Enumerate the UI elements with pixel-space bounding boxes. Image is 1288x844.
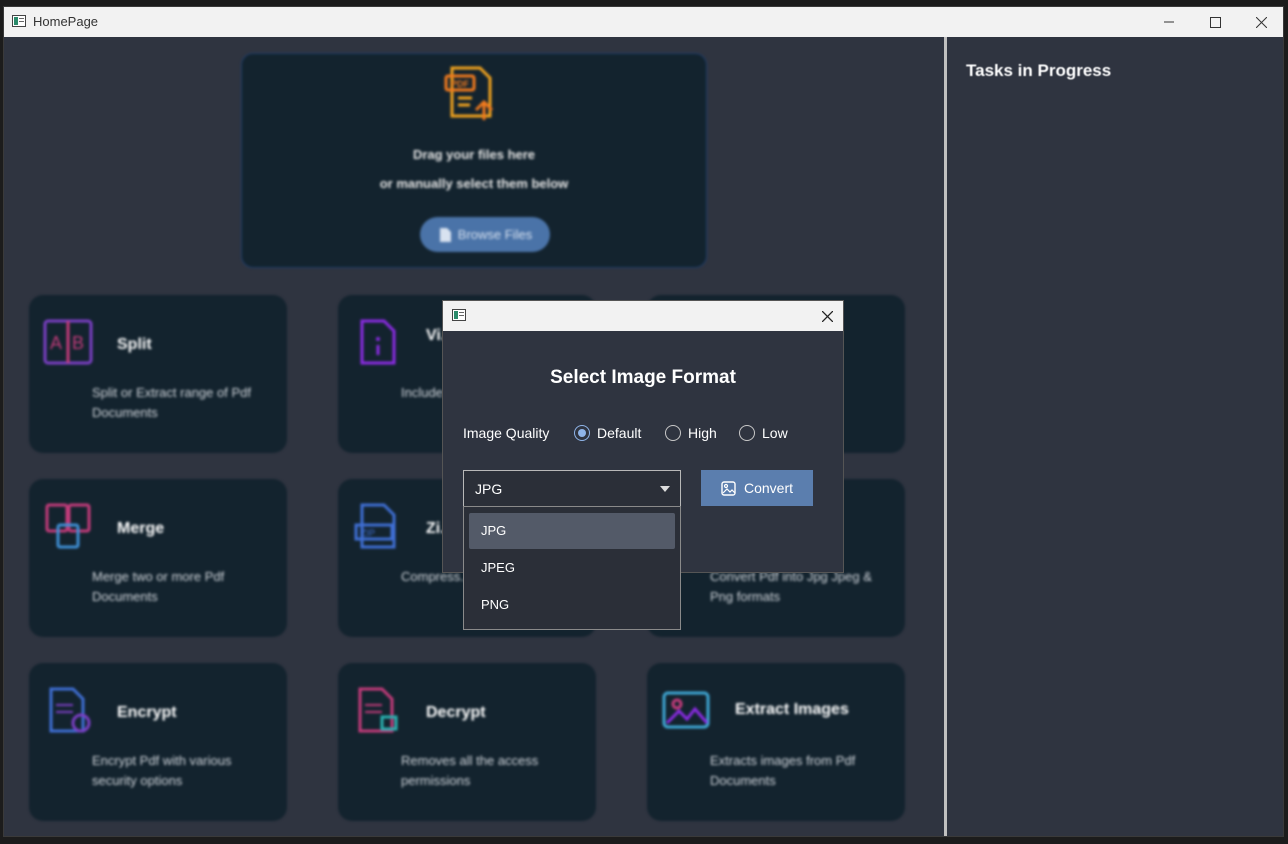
card-title: Split [117,336,152,353]
image-quality-label: Image Quality [463,425,550,441]
format-dropdown-list: JPG JPEG PNG [463,506,681,630]
tasks-title: Tasks in Progress [966,61,1112,80]
encrypt-icon [49,687,91,733]
card-title: Extract Images [735,701,849,718]
metadata-icon [360,319,396,365]
option-label: PNG [481,597,510,612]
format-option-jpg[interactable]: JPG [469,513,675,549]
close-icon [821,310,833,322]
card-merge[interactable]: Merge Merge two or more Pdf Documents [29,479,287,637]
card-split[interactable]: A B Split Split or Extract range of Pdf … [29,295,287,453]
convert-label: Convert [743,480,794,496]
window-title: HomePage [33,14,99,29]
card-title: Encrypt [117,704,177,721]
card-description: Encrypt Pdf with various security option… [92,753,232,788]
format-option-png[interactable]: PNG [469,587,675,623]
drop-zone-heading: Drag your files here [412,147,536,162]
svg-text:B: B [72,333,84,353]
option-label: JPEG [481,560,515,575]
radio-unselected-icon [665,425,681,441]
radio-selected-icon [574,425,590,441]
quality-radio-low[interactable]: Low [739,425,788,441]
browse-files-button[interactable]: Browse Files [420,217,550,252]
app-icon [452,309,466,321]
browse-files-label: Browse Files [457,227,533,242]
panel-divider[interactable] [944,37,947,836]
svg-text:A: A [50,333,62,353]
quality-radio-default[interactable]: Default [574,425,641,441]
radio-label: Default [597,425,642,441]
merge-icon [45,503,91,549]
zip-icon: ZIP [354,503,396,549]
close-button[interactable] [1238,7,1283,37]
card-description: Extracts images from Pdf Documents [710,753,856,788]
dialog-title-bar [443,301,843,331]
format-select-value: JPG [475,481,503,497]
card-description: Convert Pdf into Jpg Jpeg & Png formats [710,569,872,604]
card-title: Merge [117,520,165,537]
quality-radio-high[interactable]: High [665,425,717,441]
svg-text:ZIP: ZIP [361,528,375,538]
drop-zone-subheading: or manually select them below [379,176,569,191]
card-extract-images[interactable]: Extract Images Extracts images from Pdf … [647,663,905,821]
minimize-icon [1164,21,1174,23]
card-description: Merge two or more Pdf Documents [92,569,225,604]
dialog-close-button[interactable] [811,301,843,331]
card-encrypt[interactable]: Encrypt Encrypt Pdf with various securit… [29,663,287,821]
card-title: Decrypt [426,704,486,721]
file-icon [439,227,451,242]
maximize-button[interactable] [1192,7,1238,37]
title-bar: HomePage [4,7,1283,37]
pdf-upload-icon: PDF [444,66,494,120]
card-description: Removes all the access permissions [401,753,539,788]
convert-button[interactable]: Convert [701,470,813,506]
maximize-icon [1209,16,1221,28]
split-icon: A B [43,319,93,365]
app-icon [12,15,26,27]
file-drop-zone[interactable]: PDF Drag your files here or manually sel… [241,53,707,268]
image-icon [721,480,736,496]
radio-label: Low [762,425,788,441]
svg-text:PDF: PDF [451,79,470,89]
option-label: JPG [481,523,507,538]
format-option-jpeg[interactable]: JPEG [469,550,675,586]
close-icon [1255,16,1267,28]
radio-label: High [688,425,717,441]
minimize-button[interactable] [1146,7,1192,37]
radio-unselected-icon [739,425,755,441]
dialog-heading: Select Image Format [550,367,736,388]
chevron-down-icon [660,486,670,492]
format-select[interactable]: JPG [463,470,681,507]
card-decrypt[interactable]: Decrypt Removes all the access permissio… [338,663,596,821]
card-description: Split or Extract range of Pdf Documents [92,385,251,420]
decrypt-icon [358,687,398,733]
image-icon [662,691,710,729]
